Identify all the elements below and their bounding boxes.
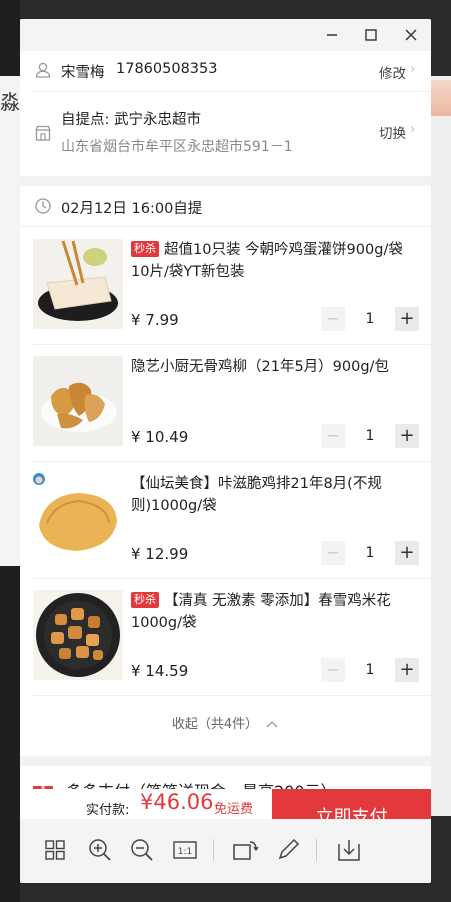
product-price: ¥ 10.49 [131,428,189,446]
minus-button[interactable]: − [321,307,345,331]
chevron-right-icon: › [410,62,416,77]
minimize-icon [327,34,337,36]
order-card: 02月12日 16:00自提 秒杀 超值10只装 今朝吟鸡蛋灌饼900g/袋 1… [20,186,431,756]
zoom-out-icon[interactable] [128,836,156,864]
product-item[interactable]: 秒杀 超值10只装 今朝吟鸡蛋灌饼900g/袋 10片/袋YT新包装 ¥ 7.99… [20,227,431,344]
product-title: 秒杀 【清真 无激素 零添加】春雪鸡米花1000g/袋 [131,592,391,631]
plus-button[interactable]: + [395,541,419,565]
grid-view-icon[interactable] [41,836,69,864]
pay-now-button[interactable]: 立即支付 [272,789,431,819]
product-image [33,590,123,680]
contact-phone: 17860508353 [116,61,218,77]
person-icon [35,62,51,78]
quantity-value[interactable]: 1 [355,424,385,448]
product-price: ¥ 7.99 [131,311,179,329]
product-price: ¥ 14.59 [131,662,189,680]
rotate-icon[interactable] [231,836,259,864]
quantity-stepper: − 1 + [321,307,419,331]
viewer-toolbar: 1:1 [20,819,431,883]
minus-button[interactable]: − [321,424,345,448]
contact-name: 宋雪梅 [61,65,105,81]
minus-button[interactable]: − [321,658,345,682]
contact-row[interactable]: 宋雪梅 17860508353 修改 › [20,51,431,91]
pickup-point: 自提点: 武宁永忠超市 [61,112,201,128]
address-card: 宋雪梅 17860508353 修改 › 自提点: 武宁永忠超市 山东省烟台市牟… [20,51,431,176]
toolbar-separator [213,839,214,861]
chevron-right-icon: › [410,122,416,137]
title-bar [20,19,431,51]
close-icon [405,29,417,41]
product-item[interactable]: 秒杀 【清真 无激素 零添加】春雪鸡米花1000g/袋 ¥ 14.59 − 1 + [20,578,431,695]
clock-icon [35,198,51,214]
product-price: ¥ 12.99 [131,545,189,563]
plus-button[interactable]: + [395,307,419,331]
edit-link[interactable]: 修改 [379,62,406,82]
zoom-in-icon[interactable] [86,836,114,864]
actual-size-icon[interactable]: 1:1 [171,836,199,864]
shipping-note: 免运费 [214,802,254,817]
quantity-value[interactable]: 1 [355,307,385,331]
quantity-stepper: − 1 + [321,658,419,682]
pickup-row[interactable]: 自提点: 武宁永忠超市 山东省烟台市牟平区永忠超市591－1 切换 › [20,92,431,176]
quantity-stepper: − 1 + [321,424,419,448]
product-image [33,473,123,563]
chevron-up-icon [266,721,278,728]
edit-pencil-icon[interactable] [274,836,302,864]
store-icon [35,125,51,141]
plus-button[interactable]: + [395,658,419,682]
product-image [33,239,123,329]
background-card-left [0,76,20,566]
plus-button[interactable]: + [395,424,419,448]
delivery-time: 02月12日 16:00自提 [61,201,203,217]
svg-text:1:1: 1:1 [178,847,192,857]
product-title: 隐艺小厨无骨鸡柳（21年5月）900g/包 [131,359,389,375]
close-button[interactable] [399,23,423,47]
switch-link[interactable]: 切换 [379,122,406,142]
product-title: 秒杀 超值10只装 今朝吟鸡蛋灌饼900g/袋 10片/袋YT新包装 [131,241,403,280]
pickup-address: 山东省烟台市牟平区永忠超市591－1 [61,139,293,155]
flash-sale-badge: 秒杀 [131,592,159,608]
quantity-value[interactable]: 1 [355,541,385,565]
quantity-stepper: − 1 + [321,541,419,565]
toolbar-separator [316,839,317,861]
flash-sale-badge: 秒杀 [131,241,159,257]
maximize-button[interactable] [359,23,383,47]
product-title: 【仙坛美食】咔滋脆鸡排21年8月(不规则)1000g/袋 [131,476,382,514]
background-text: 淼 [0,90,20,114]
screenshot-content: 宋雪梅 17860508353 修改 › 自提点: 武宁永忠超市 山东省烟台市牟… [20,51,431,819]
product-image [33,356,123,446]
minus-button[interactable]: − [321,541,345,565]
download-icon[interactable] [335,836,363,864]
collapse-toggle[interactable]: 收起（共4件） [20,696,431,746]
product-item[interactable]: 隐艺小厨无骨鸡柳（21年5月）900g/包 ¥ 10.49 − 1 + [20,344,431,461]
background-image-right [431,80,451,116]
image-viewer-window: 宋雪梅 17860508353 修改 › 自提点: 武宁永忠超市 山东省烟台市牟… [20,19,431,883]
total-amount: ¥46.06 [140,790,214,814]
maximize-icon [365,29,377,41]
delivery-time-row[interactable]: 02月12日 16:00自提 [20,186,431,226]
product-item[interactable]: 【仙坛美食】咔滋脆鸡排21年8月(不规则)1000g/袋 ¥ 12.99 − 1… [20,461,431,578]
background-card-right [431,76,451,816]
quantity-value[interactable]: 1 [355,658,385,682]
total-label: 实付款: [86,803,130,818]
minimize-button[interactable] [320,23,344,47]
collapse-label: 收起（共4件） [171,717,259,732]
